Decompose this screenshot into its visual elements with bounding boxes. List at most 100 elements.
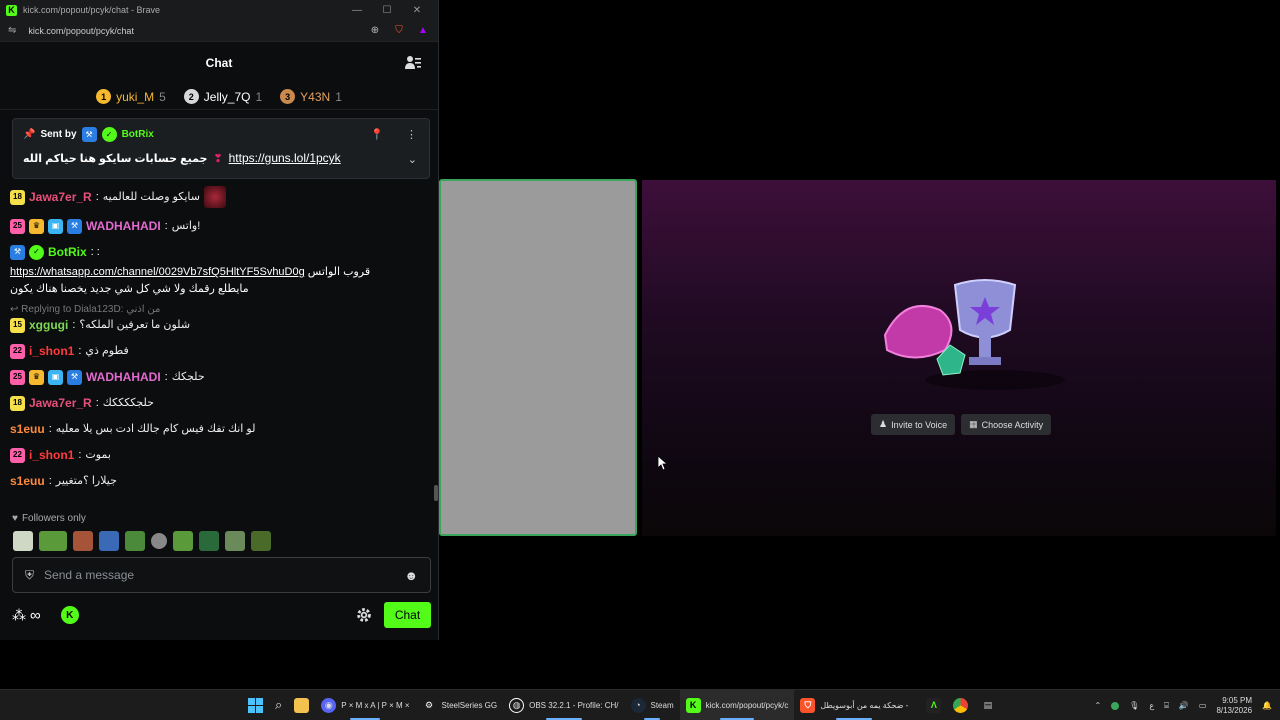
- verified-badge-icon: ✓: [101, 127, 117, 142]
- emote-icon[interactable]: [199, 531, 219, 551]
- emote-icon[interactable]: [151, 533, 167, 549]
- choose-label: Choose Activity: [981, 419, 1044, 430]
- chat-message: 18 Jawa7er_R : سايكو وصلت للعالميه: [10, 186, 430, 208]
- message-text: جيلارا ؟متغيير: [55, 475, 117, 487]
- participant-tile[interactable]: [439, 179, 637, 536]
- message-input[interactable]: [44, 568, 405, 582]
- taskbar-item-discord[interactable]: ◉ P × M x A | P × M ×: [315, 690, 415, 720]
- message-username[interactable]: WADHAHADI: [86, 369, 161, 385]
- chat-scrollbar[interactable]: [434, 485, 438, 501]
- language-icon[interactable]: ع: [1149, 701, 1154, 710]
- kick-k-icon[interactable]: K: [60, 606, 79, 624]
- message-link[interactable]: https://whatsapp.com/channel/0029Vb7sfQ5…: [10, 266, 305, 278]
- close-icon[interactable]: ✕: [402, 5, 432, 16]
- reply-context[interactable]: ↩ Replying to Diala123D: من اذني: [10, 304, 430, 315]
- search-button[interactable]: ⌕: [269, 690, 288, 720]
- emote-icon[interactable]: [39, 531, 67, 551]
- unpin-icon[interactable]: 📍: [370, 128, 384, 141]
- message-username[interactable]: Jawa7er_R: [29, 189, 92, 205]
- message-username[interactable]: s1euu: [10, 421, 45, 437]
- crown-icon: ♛: [29, 218, 44, 234]
- recent-emotes: [13, 531, 271, 551]
- chevron-down-icon[interactable]: ⌄: [408, 153, 417, 166]
- battery-icon[interactable]: ▭: [1199, 701, 1207, 710]
- invite-to-voice-button[interactable]: ♟ Invite to Voice: [871, 414, 956, 435]
- emote-icon[interactable]: [225, 531, 245, 551]
- subscriber-badge: 22: [10, 447, 25, 463]
- subscriber-badge: 25: [10, 369, 25, 385]
- points-icon[interactable]: ⁂: [12, 607, 26, 624]
- pinned-author[interactable]: BotRix: [122, 129, 154, 140]
- brave-rewards-icon[interactable]: ▲: [416, 24, 430, 38]
- maximize-icon[interactable]: ☐: [372, 5, 402, 16]
- clock-time: 9:05 PM: [1222, 695, 1253, 705]
- message-username[interactable]: s1euu: [10, 473, 45, 489]
- taskbar-item-label: OBS 32.2.1 - Profile: CH/: [529, 700, 619, 710]
- message-username[interactable]: i_shon1: [29, 343, 74, 359]
- file-explorer-button[interactable]: [288, 690, 315, 720]
- message-line-suffix: قروب الواتس: [307, 266, 371, 278]
- site-settings-icon[interactable]: ⇋: [8, 25, 16, 36]
- reply-text: Replying to Diala123D: من اذني: [21, 304, 161, 315]
- taskbar-item-app2[interactable]: ▤: [974, 690, 1001, 720]
- more-options-icon[interactable]: ⋮: [406, 128, 417, 141]
- emoji-picker-icon[interactable]: ☻: [404, 568, 418, 583]
- taskbar-item-obs[interactable]: ◍ OBS 32.2.1 - Profile: CH/: [503, 690, 624, 720]
- followers-only-notice: ♥ Followers only: [12, 513, 86, 524]
- start-button[interactable]: [242, 690, 269, 720]
- chevron-up-icon[interactable]: ⌃: [1094, 701, 1101, 710]
- users-icon[interactable]: [404, 54, 422, 72]
- emote-icon[interactable]: [99, 531, 119, 551]
- status-dot-icon[interactable]: [1111, 701, 1120, 710]
- windows-taskbar: ⌕ ◉ P × M x A | P × M × ⚙ SteelSeries GG…: [0, 689, 1280, 720]
- chat-header: Chat: [0, 42, 438, 84]
- system-tray: ⌃ 🎙 ع ⌸ 🔊 ▭ 9:05 PM 8/13/2026 🔔: [1094, 690, 1272, 720]
- sub-gifter-icon: ▣: [48, 218, 63, 234]
- moderator-badge-icon: ⚒: [10, 244, 25, 260]
- infinity-icon[interactable]: ∞: [30, 607, 41, 624]
- taskbar-item-steam[interactable]: ◔ Steam: [625, 690, 680, 720]
- heart-icon: ♥: [12, 513, 18, 524]
- pinned-link[interactable]: https://guns.lol/1pcyk: [229, 151, 341, 165]
- brave-shield-icon[interactable]: ⛉: [392, 24, 406, 38]
- subscriber-badge: 22: [10, 343, 25, 359]
- taskbar-item-app[interactable]: Λ: [920, 690, 947, 720]
- minimize-icon[interactable]: —: [342, 5, 372, 16]
- message-text: حلجككككك: [102, 397, 154, 409]
- volume-icon[interactable]: 🔊: [1179, 701, 1189, 710]
- taskbar-item-brave[interactable]: ⛉ ضحكة يمه من أبوسويطل -: [794, 690, 914, 720]
- emote-icon[interactable]: [125, 531, 145, 551]
- emote-icon[interactable]: [251, 531, 271, 551]
- message-username[interactable]: xggugi: [29, 317, 68, 333]
- discord-stage: ♟ Invite to Voice ▦ Choose Activity: [439, 179, 1280, 536]
- microphone-icon[interactable]: 🎙: [1129, 701, 1139, 710]
- chat-message: 25 ♛ ▣ ⚒ WADHAHADI : حلجكك: [10, 369, 430, 385]
- message-username[interactable]: BotRix: [48, 244, 87, 260]
- zoom-icon[interactable]: ⊕: [368, 24, 382, 38]
- window-title: kick.com/popout/pcyk/chat - Brave: [23, 5, 161, 15]
- chat-message: 15 xggugi : شلون ما تعرفين الملكه؟: [10, 317, 430, 333]
- rank-badge: 1: [96, 89, 112, 104]
- gear-icon[interactable]: [355, 606, 373, 624]
- url-field[interactable]: kick.com/popout/pcyk/chat: [28, 26, 358, 36]
- leaderboard-entry[interactable]: 2 Jelly_7Q 1: [183, 89, 263, 104]
- leaderboard-entry[interactable]: 3 Y43N 1: [280, 89, 342, 104]
- emote-icon[interactable]: [13, 531, 33, 551]
- notification-icon[interactable]: 🔔: [1262, 701, 1272, 710]
- message-text: حلجكك: [171, 371, 205, 383]
- message-text: واتس!: [171, 220, 201, 232]
- message-username[interactable]: Jawa7er_R: [29, 395, 92, 411]
- message-username[interactable]: i_shon1: [29, 447, 74, 463]
- message-username[interactable]: WADHAHADI: [86, 218, 161, 234]
- leaderboard-entry[interactable]: 1 yuki_M 5: [96, 89, 166, 104]
- emote-icon[interactable]: [173, 531, 193, 551]
- clock[interactable]: 9:05 PM 8/13/2026: [1216, 696, 1252, 716]
- taskbar-item-kick[interactable]: K kick.com/popout/pcyk/c: [679, 689, 795, 720]
- leaderboard-count: 1: [255, 89, 263, 104]
- choose-activity-button[interactable]: ▦ Choose Activity: [961, 414, 1052, 435]
- emote-icon[interactable]: [73, 531, 93, 551]
- taskbar-item-chrome[interactable]: [947, 690, 974, 720]
- network-icon[interactable]: ⌸: [1164, 701, 1169, 711]
- send-chat-button[interactable]: Chat: [384, 602, 431, 628]
- taskbar-item-steelseries[interactable]: ⚙ SteelSeries GG: [416, 690, 504, 720]
